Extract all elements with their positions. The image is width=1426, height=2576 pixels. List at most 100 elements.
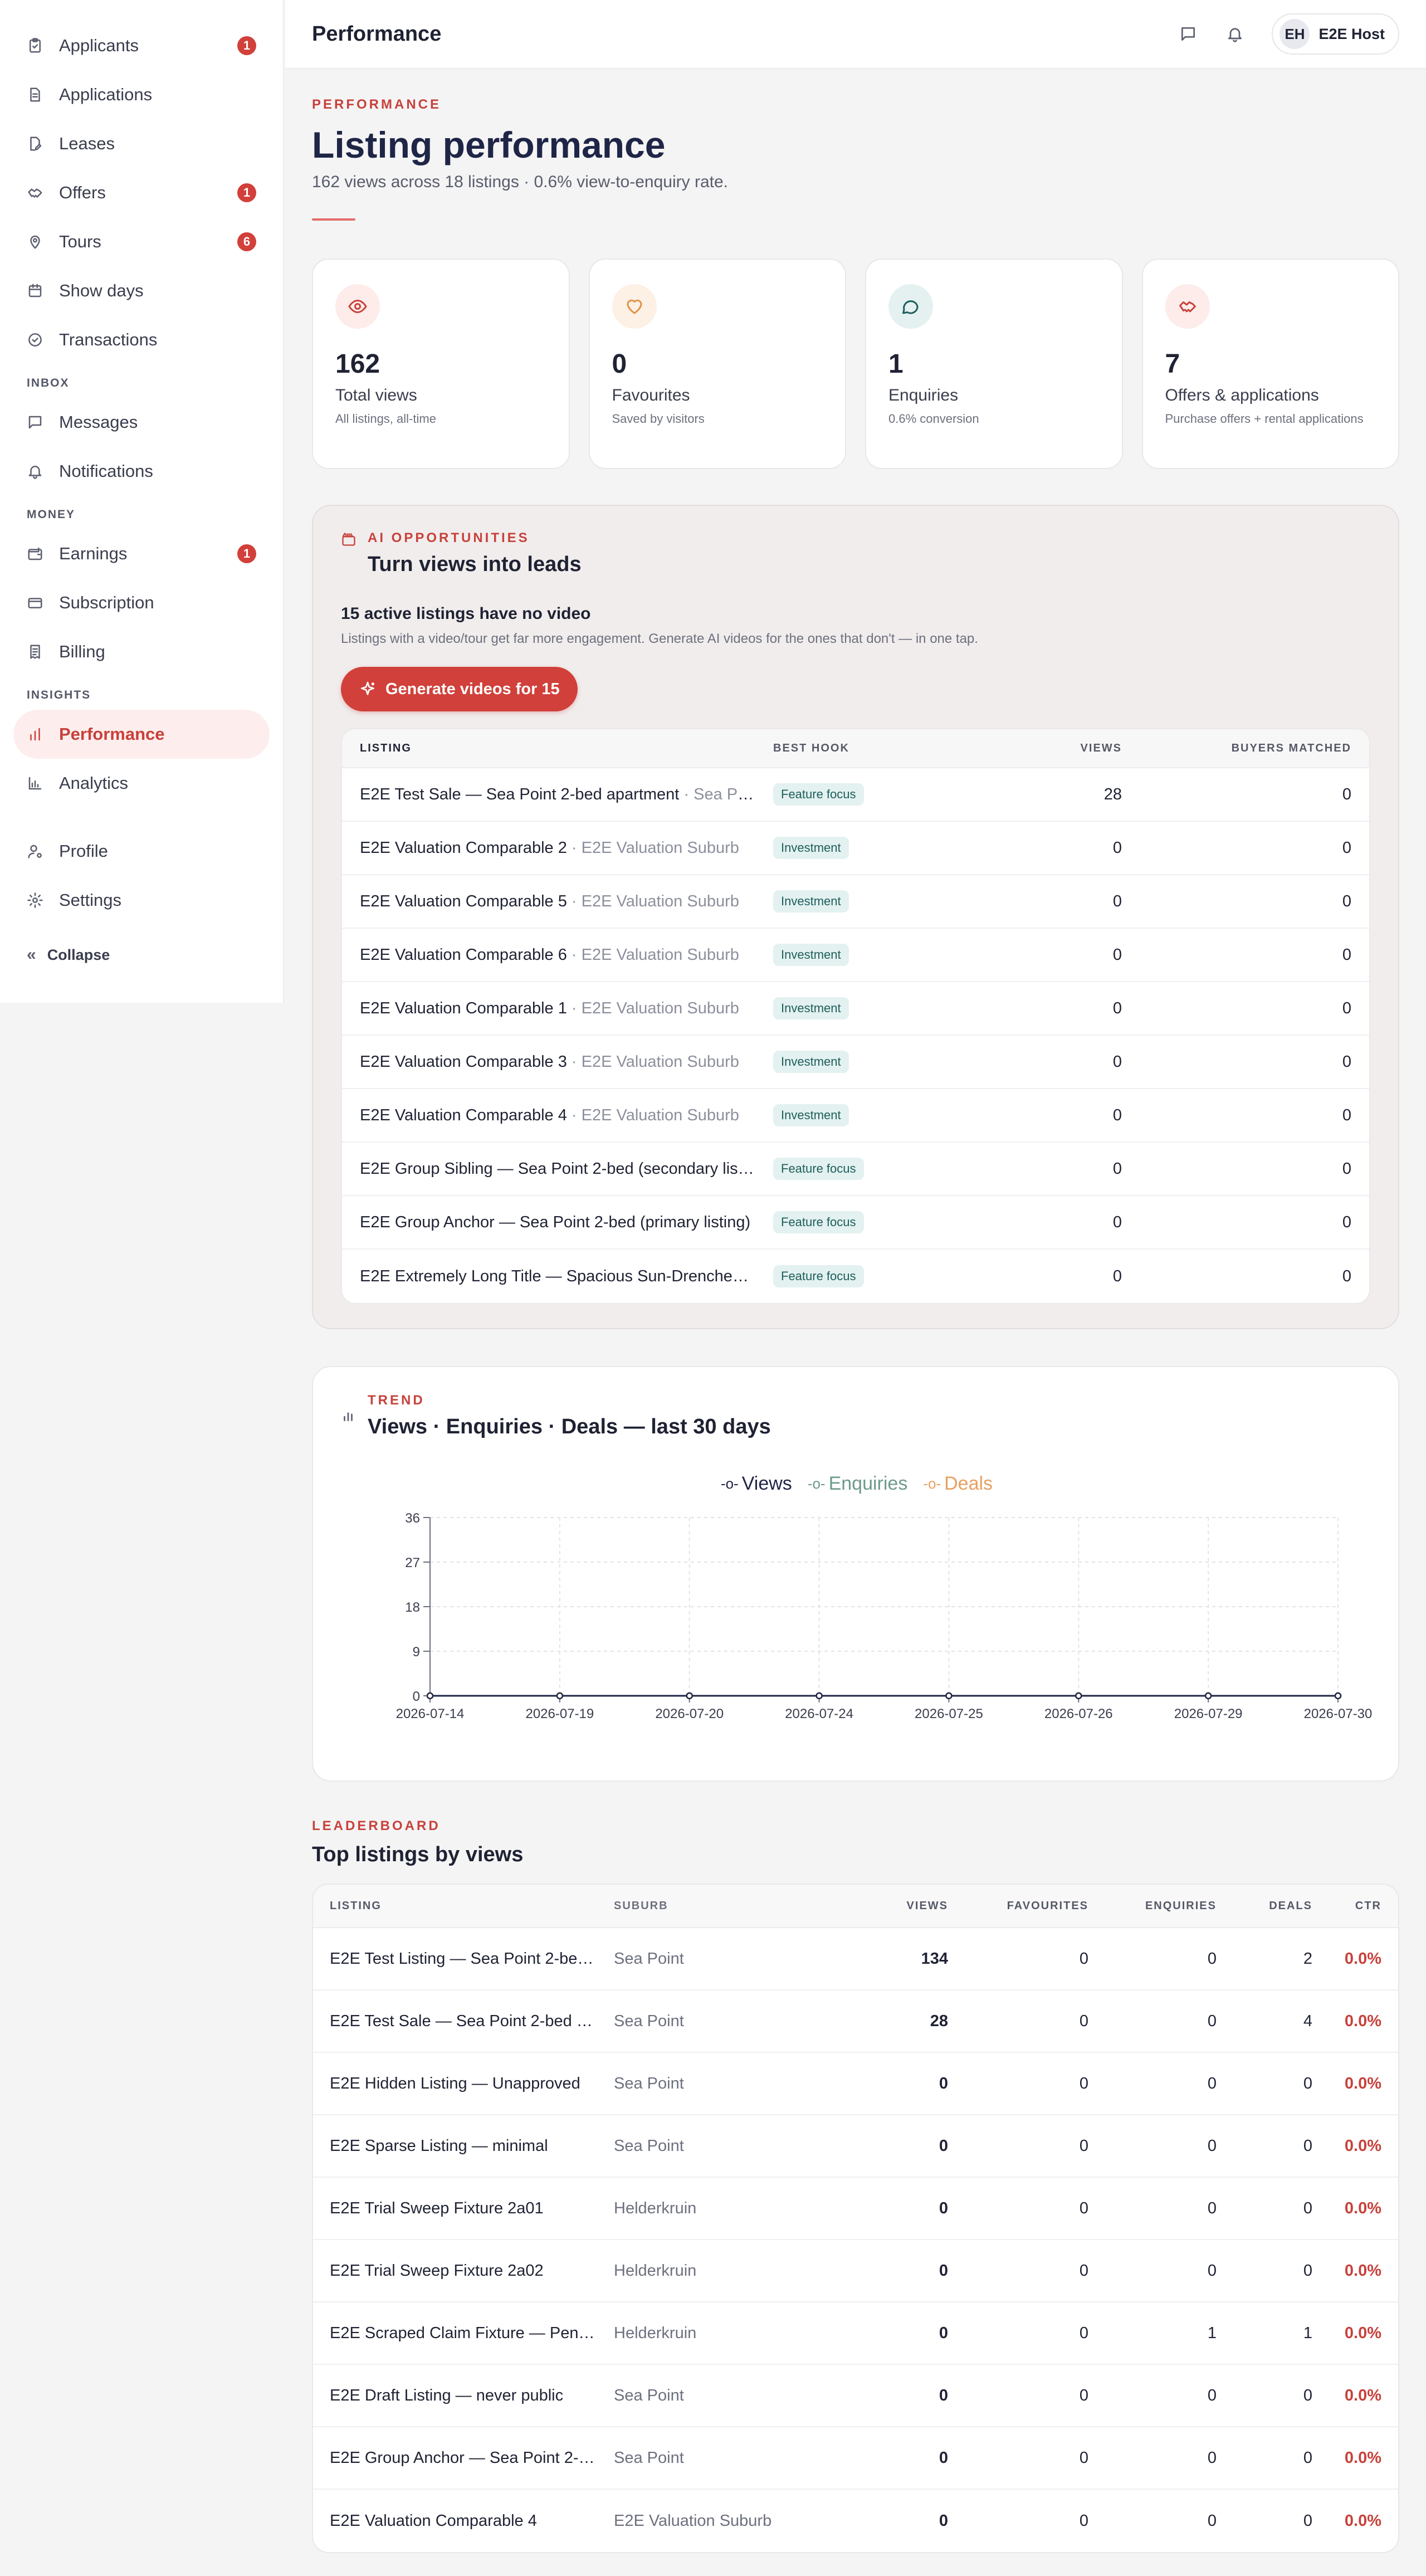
stat-card: 162 Total views All listings, all-time [312, 258, 570, 469]
trend-chart: -o- Views -o- Enquiries -o- Deals 0 9 18 27 36 202… [341, 1473, 1373, 1763]
enquiries-cell: 0 [1207, 2136, 1217, 2155]
messages-button[interactable] [1165, 11, 1212, 57]
table-row[interactable]: E2E Extremely Long Title — Spacious Sun-… [342, 1250, 1369, 1303]
col-enquiries[interactable]: ENQUIRIES [1088, 1900, 1217, 1913]
col-favourites[interactable]: FAVOURITES [948, 1900, 1088, 1913]
table-row[interactable]: E2E Valuation Comparable 1 · E2E Valuati… [342, 982, 1369, 1036]
sidebar-item-offers[interactable]: Offers 1 [13, 168, 270, 217]
matched-cell: 0 [1342, 1159, 1351, 1178]
table-row[interactable]: E2E Valuation Comparable 3 · E2E Valuati… [342, 1036, 1369, 1089]
generate-videos-button[interactable]: Generate videos for 15 [341, 667, 578, 711]
analytics-icon [27, 775, 43, 792]
sidebar-item-transactions[interactable]: Transactions [13, 315, 270, 364]
legend-label: Enquiries [828, 1473, 908, 1494]
sidebar-item-label: Show days [59, 281, 144, 300]
listing-cell: E2E Group Anchor — Sea Point 2-bed (prim… [360, 1213, 773, 1232]
col-buyers-matched[interactable]: BUYERS MATCHED [1122, 742, 1351, 755]
y-tick-label: 0 [413, 1689, 420, 1704]
listing-suburb: · E2E Valuation Suburb [567, 945, 739, 964]
sidebar-item-notifications[interactable]: Notifications [13, 447, 270, 496]
user-menu[interactable]: EH E2E Host [1272, 13, 1399, 55]
sidebar-item-billing[interactable]: Billing [13, 627, 270, 676]
views-cell: 0 [1112, 1213, 1122, 1231]
table-row[interactable]: E2E Sparse Listing — minimal Sea Point 0 0 0… [313, 2115, 1398, 2178]
leaderboard-header: LEADERBOARD Top listings by views [312, 1818, 1399, 1867]
notifications-button[interactable] [1212, 11, 1258, 57]
enquiries-cell: 0 [1207, 2074, 1217, 2092]
suburb-cell: Sea Point [614, 2074, 684, 2092]
table-row[interactable]: E2E Valuation Comparable 2 · E2E Valuati… [342, 822, 1369, 875]
listing-suburb: · E2E Valuation Suburb [567, 999, 739, 1017]
table-row[interactable]: E2E Valuation Comparable 4 E2E Valuation … [313, 2490, 1398, 2552]
col-ctr[interactable]: CTR [1312, 1900, 1381, 1913]
user-name: E2E Host [1318, 25, 1385, 42]
ctr-cell: 0.0% [1344, 2136, 1381, 2155]
col-views[interactable]: VIEWS [820, 1900, 948, 1913]
collapse-button[interactable]: « Collapse [27, 938, 283, 972]
stat-value: 1 [888, 349, 904, 379]
col-listing[interactable]: LISTING [360, 742, 773, 755]
table-row[interactable]: E2E Trial Sweep Fixture 2a01 Helderkruin 0… [313, 2178, 1398, 2240]
stat-card: 0 Favourites Saved by visitors [588, 258, 846, 469]
eye-icon [335, 284, 380, 329]
table-row[interactable]: E2E Group Sibling — Sea Point 2-bed (sec… [342, 1143, 1369, 1196]
table-row[interactable]: E2E Test Sale — Sea Point 2-bed apartmen… [313, 1990, 1398, 2053]
ctr-cell: 0.0% [1344, 2448, 1381, 2467]
sidebar-item-earnings[interactable]: Earnings 1 [13, 529, 270, 578]
sidebar-item-label: Applications [59, 85, 153, 104]
col-deals[interactable]: DEALS [1217, 1900, 1312, 1913]
leaderboard-table: LISTING SUBURB VIEWS FAVOURITES ENQUIRIE… [312, 1884, 1399, 2553]
sidebar-item-messages[interactable]: Messages [13, 398, 270, 447]
sidebar-item-profile[interactable]: Profile [13, 827, 270, 876]
listing-cell: E2E Valuation Comparable 4 · E2E Valuati… [360, 1106, 773, 1125]
table-row[interactable]: E2E Trial Sweep Fixture 2a02 Helderkruin 0… [313, 2240, 1398, 2302]
sidebar-item-tours[interactable]: Tours 6 [13, 217, 270, 266]
table-row[interactable]: E2E Hidden Listing — Unapproved Sea Point… [313, 2053, 1398, 2115]
col-best-hook[interactable]: BEST HOOK [773, 742, 1007, 755]
sidebar-item-leases[interactable]: Leases [13, 119, 270, 168]
sidebar-item-settings[interactable]: Settings [13, 876, 270, 925]
generate-videos-label: Generate videos for 15 [385, 680, 560, 698]
table-row[interactable]: E2E Valuation Comparable 6 · E2E Valuati… [342, 929, 1369, 982]
col-suburb[interactable]: SUBURB [614, 1900, 820, 1913]
table-row[interactable]: E2E Draft Listing — never public Sea Poin… [313, 2365, 1398, 2427]
legend-item-deals[interactable]: -o- Deals [923, 1473, 993, 1495]
views-cell: 0 [939, 2261, 948, 2280]
sidebar-item-applications[interactable]: Applications [13, 70, 270, 119]
heart-icon [612, 284, 657, 329]
sidebar-item-applicants[interactable]: Applicants 1 [13, 21, 270, 70]
avatar: EH [1280, 19, 1310, 49]
stat-card: 7 Offers & applications Purchase offers + … [1141, 258, 1399, 469]
data-point-views [426, 1692, 434, 1700]
deals-cell: 0 [1303, 2261, 1312, 2280]
legend-label: Deals [944, 1473, 993, 1494]
sidebar-item-subscription[interactable]: Subscription [13, 578, 270, 627]
sidebar-item-label: Applicants [59, 36, 139, 55]
legend-item-views[interactable]: -o- Views [721, 1473, 792, 1495]
stat-label: Favourites [612, 386, 690, 404]
sidebar-item-show-days[interactable]: Show days [13, 266, 270, 315]
sidebar-item-performance[interactable]: Performance [13, 710, 270, 759]
col-views[interactable]: VIEWS [1007, 742, 1122, 755]
enquiries-cell: 0 [1207, 1949, 1217, 1968]
table-row[interactable]: E2E Group Anchor — Sea Point 2-bed Sea Po… [313, 2427, 1398, 2490]
table-row[interactable]: E2E Valuation Comparable 5 · E2E Valuati… [342, 875, 1369, 929]
hook-pill: Feature focus [773, 1211, 864, 1233]
favourites-cell: 0 [1079, 2386, 1088, 2404]
table-header: LISTING SUBURB VIEWS FAVOURITES ENQUIRIE… [313, 1885, 1398, 1928]
sidebar-item-label: Earnings [59, 544, 128, 563]
bell-icon [27, 463, 43, 480]
views-cell: 0 [939, 2136, 948, 2155]
legend-item-enquiries[interactable]: -o- Enquiries [808, 1473, 908, 1495]
listing-name: E2E Extremely Long Title — Spacious Sun-… [360, 1267, 773, 1285]
col-listing[interactable]: LISTING [330, 1900, 614, 1913]
listing-cell: E2E Extremely Long Title — Spacious Sun-… [360, 1267, 773, 1286]
listing-cell: E2E Valuation Comparable 4 [330, 2511, 537, 2530]
table-row[interactable]: E2E Test Sale — Sea Point 2-bed apartmen… [342, 768, 1369, 822]
table-row[interactable]: E2E Group Anchor — Sea Point 2-bed (prim… [342, 1196, 1369, 1250]
table-row[interactable]: E2E Scraped Claim Fixture — Pending Helde… [313, 2302, 1398, 2365]
table-row[interactable]: E2E Valuation Comparable 4 · E2E Valuati… [342, 1089, 1369, 1143]
hero-kicker: PERFORMANCE [312, 97, 442, 112]
sidebar-item-analytics[interactable]: Analytics [13, 759, 270, 808]
table-row[interactable]: E2E Test Listing — Sea Point 2-bed apart… [313, 1928, 1398, 1990]
